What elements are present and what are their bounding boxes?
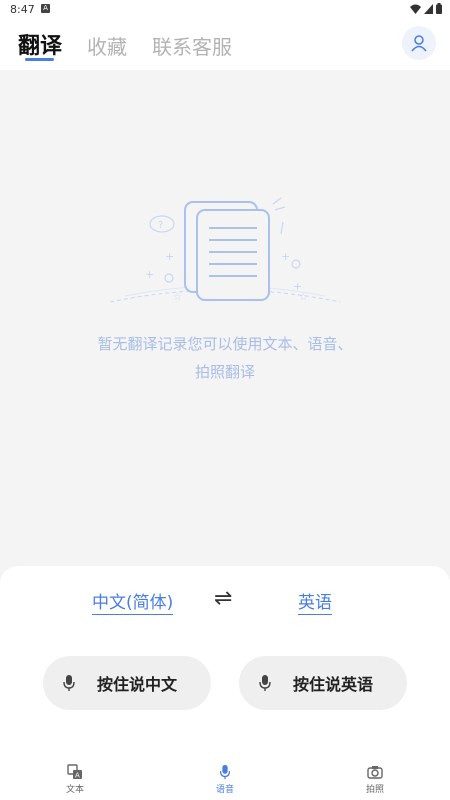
- nav-label-camera: 拍照: [365, 785, 384, 795]
- hold-to-speak-source-button[interactable]: 按住说中文: [43, 656, 211, 710]
- svg-text:☆: ☆: [173, 292, 182, 303]
- tab-customer-service[interactable]: 联系客服: [152, 31, 232, 60]
- status-icons: [410, 3, 442, 14]
- swap-icon[interactable]: ⇌: [214, 586, 232, 611]
- nav-label-text: 文本: [65, 785, 84, 795]
- hold-source-label: 按住说中文: [97, 675, 178, 694]
- tab-favorites[interactable]: 收藏: [87, 31, 127, 60]
- hold-to-speak-target-button[interactable]: 按住说英语: [239, 656, 407, 710]
- active-tab-indicator: [25, 58, 54, 61]
- svg-text:+: +: [145, 268, 154, 281]
- source-language-selector[interactable]: 中文(简体): [92, 588, 174, 615]
- target-language-selector[interactable]: 英语: [298, 588, 332, 615]
- tab-translate[interactable]: 翻译: [18, 28, 62, 60]
- svg-text:+: +: [165, 250, 174, 263]
- empty-state-message: 暂无翻译记录您可以使用文本、语音、 拍照翻译: [60, 330, 390, 386]
- nav-item-camera[interactable]: 拍照: [345, 764, 405, 795]
- microphone-icon: [63, 675, 75, 691]
- profile-button[interactable]: [402, 26, 436, 60]
- status-time: 8:47: [10, 3, 35, 16]
- top-tab-bar: 翻译 收藏 联系客服: [0, 18, 450, 70]
- user-icon: [411, 35, 427, 52]
- nav-item-text[interactable]: A 文本: [45, 764, 105, 795]
- svg-text:?: ?: [158, 220, 163, 231]
- hold-target-label: 按住说英语: [293, 675, 374, 694]
- camera-icon: [367, 766, 383, 779]
- documents-illustration-icon: ? + + + + ☆ ☆: [109, 197, 341, 303]
- status-bar: 8:47 A: [0, 0, 450, 18]
- empty-state-line-1: 暂无翻译记录您可以使用文本、语音、: [97, 335, 353, 353]
- wifi-icon: [410, 4, 421, 14]
- signal-icon: [424, 3, 433, 14]
- microphone-icon: [219, 764, 231, 780]
- notification-icon: A: [41, 4, 50, 13]
- svg-text:☆: ☆: [299, 292, 308, 303]
- bottom-navigation: A 文本 语音 拍照: [0, 752, 450, 800]
- empty-state-line-2: 拍照翻译: [194, 363, 255, 381]
- svg-text:A: A: [75, 772, 80, 780]
- nav-label-voice: 语音: [215, 785, 234, 795]
- text-translate-icon: A: [67, 764, 82, 780]
- battery-icon: [436, 3, 442, 14]
- nav-item-voice[interactable]: 语音: [195, 764, 255, 795]
- svg-text:+: +: [281, 250, 290, 263]
- microphone-icon: [259, 675, 271, 691]
